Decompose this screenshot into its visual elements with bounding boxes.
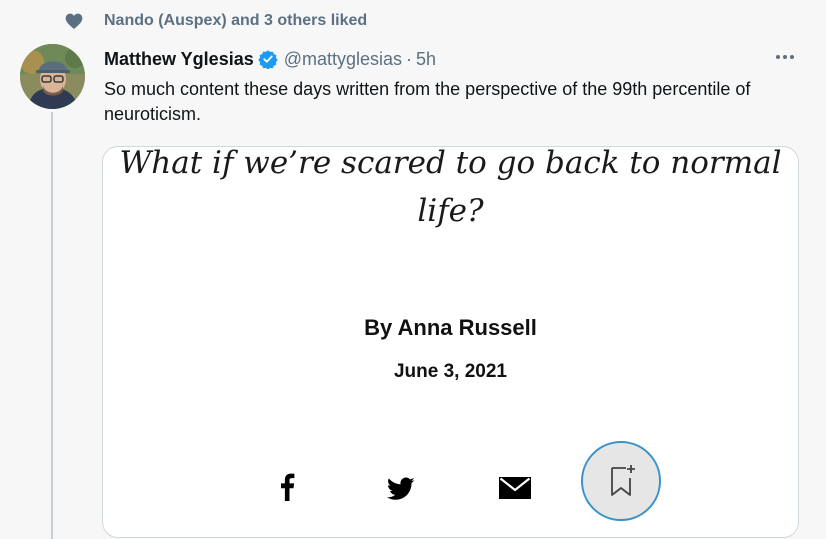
avatar[interactable]: [20, 44, 85, 109]
more-options-icon[interactable]: [773, 49, 797, 65]
tweet-text: So much content these days written from …: [104, 79, 751, 124]
bookmark-icon: [611, 465, 635, 496]
avatar-image: [20, 44, 85, 109]
social-context-text[interactable]: Nando (Auspex) and 3 others liked: [104, 12, 367, 30]
timestamp[interactable]: 5h: [416, 49, 436, 70]
heart-icon: [65, 13, 83, 29]
article-title: What if we’re scared to go back to norma…: [119, 146, 782, 229]
tweet-page: Nando (Auspex) and 3 others liked Matthe…: [0, 0, 826, 539]
email-icon[interactable]: [499, 477, 531, 499]
facebook-icon[interactable]: [279, 473, 295, 501]
bookmark-button[interactable]: [581, 441, 661, 521]
display-name[interactable]: Matthew Yglesias: [104, 49, 254, 70]
media-card[interactable]: What if we’re scared to go back to norma…: [102, 146, 799, 538]
article-date: June 3, 2021: [393, 361, 508, 382]
separator-dot: ·: [406, 48, 413, 69]
twitter-icon[interactable]: [387, 477, 415, 501]
article-byline: By Anna Russell: [364, 315, 537, 340]
verified-badge-icon: [258, 50, 278, 69]
user-handle[interactable]: @mattyglesias: [284, 49, 402, 70]
thread-line: [51, 112, 53, 539]
tweet-header: Matthew Yglesias @mattyglesias · 5h: [104, 46, 436, 72]
